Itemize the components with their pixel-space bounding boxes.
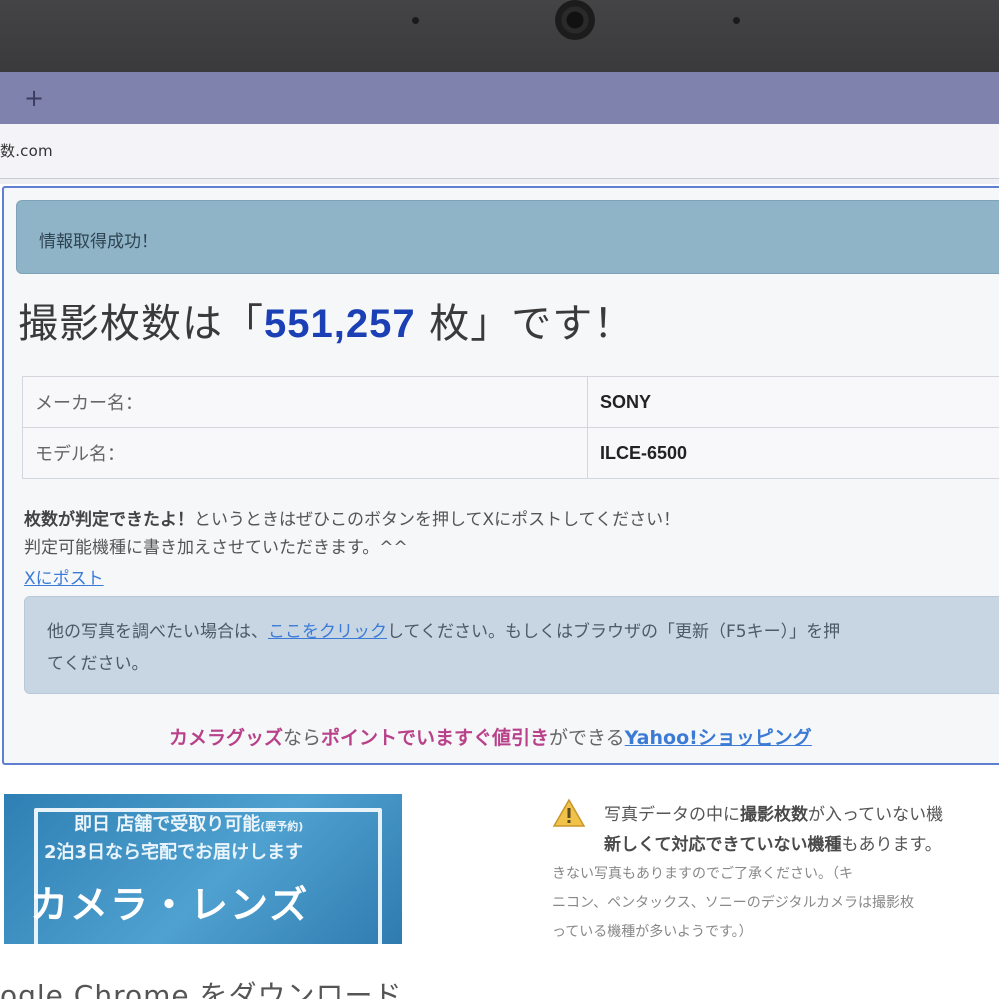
success-alert: 情報取得成功！: [16, 200, 999, 274]
info-alert: 他の写真を調べたい場合は、ここをクリックしてください。もしくはブラウザの「更新（…: [24, 596, 999, 694]
post-request-note: 枚数が判定できたよ！というときはぜひこのボタンを押してXにポストしてください！ …: [24, 506, 680, 562]
table-row: モデル名： ILCE-6500: [22, 427, 999, 479]
success-message: 情報取得成功！: [39, 232, 158, 252]
shopping-promo: カメラグッズならポイントでいますぐ値引きができるYahoo!ショッピング: [169, 723, 812, 750]
webcam-lens: [555, 0, 595, 40]
address-url[interactable]: 数.com: [0, 140, 53, 161]
headline-suffix: 枚」です！: [415, 301, 635, 347]
info-text-before: 他の写真を調べたい場合は、: [47, 622, 268, 642]
headline-prefix: 撮影枚数は「: [18, 301, 264, 347]
laptop-bezel: [0, 0, 999, 72]
warning-icon: [552, 798, 586, 827]
banner-line2: 2泊3日なら宅配でお届けします: [44, 842, 304, 863]
click-here-link[interactable]: ここをクリック: [268, 622, 387, 642]
yahoo-shopping-link[interactable]: Yahoo!ショッピング: [625, 727, 812, 749]
shutter-count-headline: 撮影枚数は「551,257 枚」です！: [18, 291, 634, 349]
page-content: 情報取得成功！ 撮影枚数は「551,257 枚」です！ メーカー名： SONY …: [0, 184, 999, 999]
info-line1: 他の写真を調べたい場合は、ここをクリックしてください。もしくはブラウザの「更新（…: [47, 617, 840, 642]
camera-info-table: メーカー名： SONY モデル名： ILCE-6500: [22, 376, 999, 479]
promo-text: ができる: [549, 727, 625, 749]
maker-value: SONY: [587, 376, 999, 428]
note-line1: というときはぜひこのボタンを押してXにポストしてください！: [194, 510, 681, 530]
shutter-count-value: 551,257: [264, 302, 416, 346]
model-label: モデル名：: [22, 427, 588, 479]
bezel-sensor-dot: [733, 17, 740, 24]
banner-title: カメラ・レンズ: [30, 883, 310, 927]
x-post-link[interactable]: Xにポスト: [24, 564, 104, 589]
bezel-sensor-dot: [412, 17, 419, 24]
promo-camera-goods: カメラグッズ: [169, 727, 284, 749]
banner-line1: 即日 店舗で受取り可能(要予約): [74, 814, 304, 835]
table-row: メーカー名： SONY: [22, 376, 999, 428]
address-bar[interactable]: 数.com: [0, 124, 999, 179]
new-tab-plus-icon[interactable]: +: [24, 86, 44, 110]
note-line2: 判定可能機種に書き加えさせていただきます。^^: [24, 538, 408, 558]
warning-subtext: きない写真もありますのでご了承ください。（キ ニコン、ペンタックス、ソニーのデジ…: [552, 866, 915, 940]
chrome-download-heading: ogle Chrome をダウンロード: [0, 979, 403, 999]
promo-text: なら: [283, 727, 322, 749]
info-line2: てください。: [47, 654, 149, 674]
warning-text: 写真データの中に撮影枚数が入っていない機 新しくて対応できていない機種もあります…: [604, 805, 944, 855]
info-text-after: してください。もしくはブラウザの「更新（F5キー）」を押: [387, 622, 841, 642]
screen: + 数.com 情報取得成功！ 撮影枚数は「551,257 枚」です！ メーカー…: [0, 72, 999, 999]
model-value: ILCE-6500: [587, 427, 999, 479]
maker-label: メーカー名：: [22, 376, 588, 428]
browser-tab-strip: +: [0, 72, 999, 124]
camera-rental-banner[interactable]: 即日 店舗で受取り可能(要予約) 2泊3日なら宅配でお届けします カメラ・レンズ: [4, 794, 402, 944]
promo-discount: ポイントでいますぐ値引き: [321, 727, 550, 749]
result-card: 情報取得成功！ 撮影枚数は「551,257 枚」です！ メーカー名： SONY …: [2, 186, 999, 765]
note-bold: 枚数が判定できたよ！: [24, 510, 194, 530]
